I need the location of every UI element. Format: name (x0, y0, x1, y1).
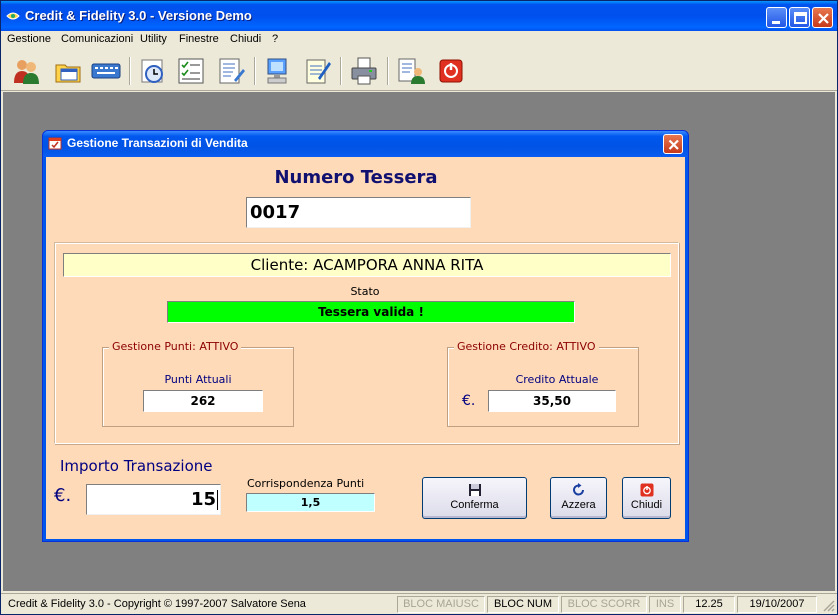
dialog-title: Gestione Transazioni di Vendita (67, 136, 248, 150)
confirm-button[interactable]: Conferma (422, 477, 527, 519)
dialog-body: Numero Tessera 0017 Cliente: ACAMPORA AN… (46, 157, 685, 539)
client-name-field: Cliente: ACAMPORA ANNA RITA (63, 253, 671, 277)
edit-document-icon[interactable] (216, 56, 246, 86)
points-field: 262 (143, 390, 263, 412)
notepad-icon[interactable] (302, 56, 332, 86)
close-dialog-button-label: Chiudi (630, 499, 663, 511)
menu-chiudi[interactable]: Chiudi (230, 33, 261, 45)
status-time: 12.25 (683, 596, 735, 613)
status-scroll-lock: BLOC SCORR (561, 596, 647, 613)
points-group: Gestione Punti: ATTIVO Punti Attuali 262 (102, 340, 294, 427)
toolbar-separator (387, 57, 389, 85)
points-group-title: Gestione Punti: ATTIVO (109, 340, 242, 353)
resize-grip-icon[interactable] (821, 598, 835, 612)
credit-field: 35,50 (488, 390, 616, 412)
power-icon (640, 483, 653, 497)
main-window: Credit & Fidelity 3.0 - Versione Demo Ge… (0, 0, 838, 615)
reset-button-label: Azzera (561, 499, 596, 511)
refresh-icon (572, 483, 584, 496)
clock-icon[interactable] (138, 56, 168, 86)
reset-button[interactable]: Azzera (550, 477, 607, 519)
status-caps-lock: BLOC MAIUSC (397, 596, 485, 613)
dialog-close-button[interactable] (663, 134, 683, 154)
credit-group-title: Gestione Credito: ATTIVO (454, 340, 599, 353)
status-badge: Tessera valida ! (167, 301, 575, 323)
client-panel: Cliente: ACAMPORA ANNA RITA Stato Tesser… (54, 242, 679, 444)
window-title: Credit & Fidelity 3.0 - Versione Demo (25, 8, 252, 23)
status-label: Stato (350, 285, 380, 298)
credit-label: Credito Attuale (515, 373, 599, 386)
tessera-label: Numero Tessera (274, 167, 438, 188)
credit-currency: €. (462, 393, 476, 409)
keyboard-icon[interactable] (91, 56, 121, 86)
users-icon[interactable] (11, 56, 41, 86)
status-date: 19/10/2007 (737, 596, 817, 613)
close-button[interactable] (812, 7, 833, 28)
transaction-dialog: Gestione Transazioni di Vendita Numero T… (42, 130, 689, 542)
dialog-title-bar[interactable]: Gestione Transazioni di Vendita (43, 131, 688, 157)
toolbar-separator (254, 57, 256, 85)
confirm-button-label: Conferma (450, 499, 499, 511)
calendar-folder-icon[interactable] (53, 56, 83, 86)
status-bar: Credit & Fidelity 3.0 - Copyright © 1997… (1, 593, 837, 614)
maximize-button[interactable] (789, 7, 810, 28)
floppy-icon (468, 484, 481, 496)
status-num-lock: BLOC NUM (487, 596, 559, 613)
status-copyright: Credit & Fidelity 3.0 - Copyright © 1997… (8, 598, 306, 610)
amount-value: 15 (190, 489, 216, 510)
text-caret (217, 490, 218, 510)
toolbar-separator (340, 57, 342, 85)
menu-utility[interactable]: Utility (140, 33, 167, 45)
menu-comunicazioni[interactable]: Comunicazioni (61, 33, 133, 45)
menu-bar: Gestione Comunicazioni Utility Finestre … (1, 31, 837, 49)
points-equivalent-field: 1,5 (246, 493, 375, 512)
user-info-icon[interactable] (396, 56, 426, 86)
toolbar-separator (129, 57, 131, 85)
menu-finestre[interactable]: Finestre (179, 33, 219, 45)
menu-help[interactable]: ? (272, 33, 278, 45)
close-dialog-button[interactable]: Chiudi (622, 477, 671, 519)
title-bar[interactable]: Credit & Fidelity 3.0 - Versione Demo (1, 1, 837, 31)
amount-currency: €. (54, 485, 72, 506)
power-icon[interactable] (436, 56, 466, 86)
status-insert: INS (649, 596, 681, 613)
credit-group: Gestione Credito: ATTIVO Credito Attuale… (447, 340, 639, 427)
amount-input[interactable]: 15 (86, 484, 221, 515)
minimize-button[interactable] (766, 7, 787, 28)
tessera-input[interactable]: 0017 (246, 197, 471, 228)
dialog-icon (48, 136, 62, 150)
menu-gestione[interactable]: Gestione (7, 33, 51, 45)
points-label: Punti Attuali (164, 373, 232, 386)
points-equivalent-label: Corrispondenza Punti (247, 477, 365, 490)
computer-icon[interactable] (263, 56, 293, 86)
toolbar (1, 49, 837, 91)
amount-label: Importo Transazione (60, 457, 213, 475)
printer-icon[interactable] (349, 56, 379, 86)
app-icon (6, 10, 20, 22)
checklist-icon[interactable] (176, 56, 206, 86)
